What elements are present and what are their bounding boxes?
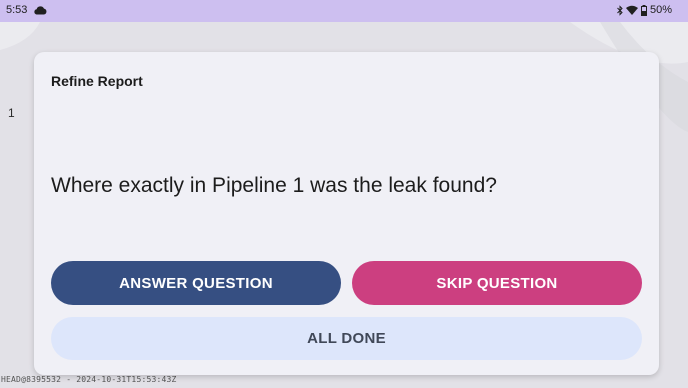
status-bar: 5:53 50% (0, 0, 688, 22)
dialog-question: Where exactly in Pipeline 1 was the leak… (51, 174, 497, 197)
background-row-number: 1 (8, 106, 15, 120)
skip-question-button[interactable]: SKIP QUESTION (352, 261, 642, 305)
build-footer: HEAD@8395532 - 2024-10-31T15:53:43Z (1, 375, 177, 384)
answer-question-button[interactable]: ANSWER QUESTION (51, 261, 341, 305)
battery-percent: 50% (649, 4, 672, 16)
cloud-icon (34, 6, 47, 15)
refine-report-dialog: Refine Report Where exactly in Pipeline … (34, 52, 659, 375)
bluetooth-icon (617, 4, 623, 16)
battery-icon (640, 4, 647, 16)
dialog-title: Refine Report (51, 73, 143, 89)
all-done-button[interactable]: ALL DONE (51, 317, 642, 360)
status-icons: 50% (617, 4, 672, 16)
wifi-icon (625, 5, 638, 15)
status-time: 5:53 (6, 4, 28, 16)
